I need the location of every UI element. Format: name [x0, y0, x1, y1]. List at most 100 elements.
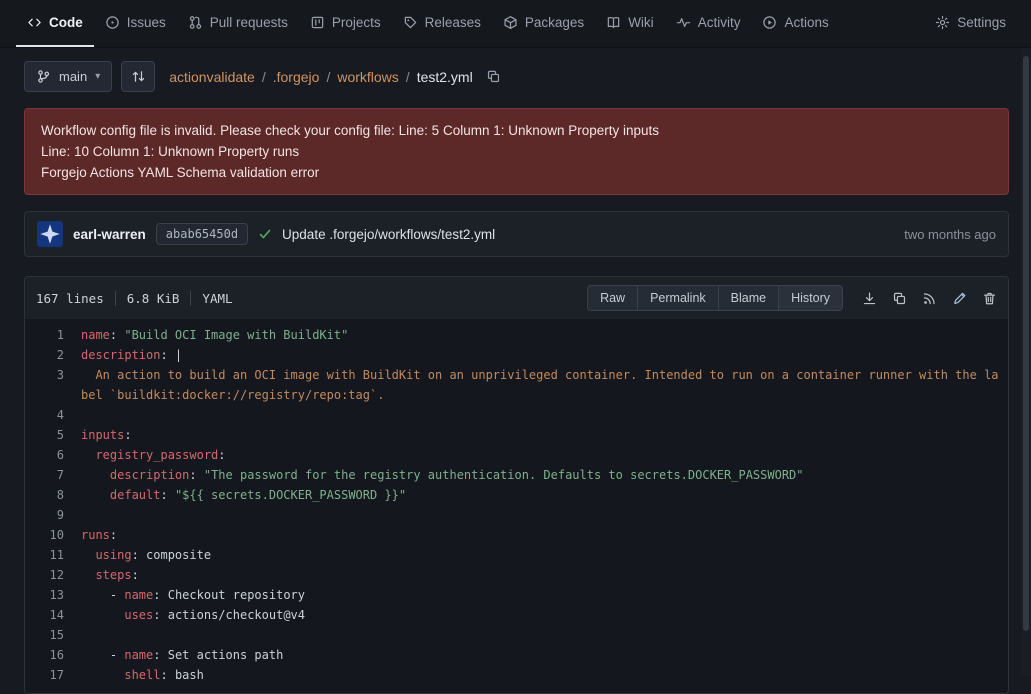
code-line-content: runs: — [81, 525, 1008, 545]
rss-icon[interactable] — [922, 291, 937, 306]
line-number[interactable]: 12 — [25, 565, 81, 585]
code-line-content: uses: actions/checkout@v4 — [81, 605, 1008, 625]
code-line-content — [81, 625, 1008, 645]
tab-releases[interactable]: Releases — [392, 0, 492, 47]
tab-actions[interactable]: Actions — [751, 0, 839, 47]
line-number[interactable]: 13 — [25, 585, 81, 605]
code-line-content: default: "${{ secrets.DOCKER_PASSWORD }}… — [81, 485, 1008, 505]
line-number[interactable]: 5 — [25, 425, 81, 445]
tab-label: Releases — [425, 15, 481, 30]
branch-bar: main ▾ actionvalidate / .forgejo / workf… — [24, 61, 1009, 92]
main-content: main ▾ actionvalidate / .forgejo / workf… — [0, 48, 1031, 694]
play-circle-icon — [762, 15, 777, 30]
breadcrumb-folder-link[interactable]: workflows — [337, 69, 398, 85]
line-number[interactable]: 7 — [25, 465, 81, 485]
tab-settings[interactable]: Settings — [924, 0, 1017, 47]
tab-label: Projects — [332, 15, 381, 30]
commit-message[interactable]: Update .forgejo/workflows/test2.yml — [282, 227, 495, 242]
code-token — [81, 468, 110, 482]
line-number[interactable]: 9 — [25, 505, 81, 525]
top-nav: Code Issues Pull requests Projects Relea… — [0, 0, 1031, 48]
breadcrumb-repo-link[interactable]: actionvalidate — [169, 69, 255, 85]
line-number[interactable]: 17 — [25, 665, 81, 685]
line-number[interactable]: 4 — [25, 405, 81, 425]
scrollbar-thumb[interactable] — [1023, 56, 1029, 631]
download-icon[interactable] — [862, 291, 877, 306]
line-number[interactable]: 6 — [25, 445, 81, 465]
breadcrumb-separator: / — [326, 69, 330, 85]
pulse-icon — [676, 15, 691, 30]
line-number[interactable]: 14 — [25, 605, 81, 625]
delete-trash-icon[interactable] — [982, 291, 997, 306]
permalink-button[interactable]: Permalink — [637, 285, 719, 311]
error-line: Workflow config file is invalid. Please … — [41, 120, 992, 141]
tab-packages[interactable]: Packages — [492, 0, 595, 47]
code-line-content: using: composite — [81, 545, 1008, 565]
code-token — [81, 488, 110, 502]
code-token: description — [81, 348, 160, 362]
code-line: 11 using: composite — [25, 545, 1008, 565]
history-button[interactable]: History — [778, 285, 843, 311]
tab-wiki[interactable]: Wiki — [595, 0, 665, 47]
breadcrumb-folder-link[interactable]: .forgejo — [273, 69, 320, 85]
page-scrollbar[interactable] — [1021, 48, 1031, 676]
code-line: 7 description: "The password for the reg… — [25, 465, 1008, 485]
tab-activity[interactable]: Activity — [665, 0, 752, 47]
code-icon — [27, 15, 42, 30]
file-language: YAML — [202, 291, 232, 306]
line-number[interactable]: 11 — [25, 545, 81, 565]
avatar[interactable] — [37, 221, 63, 247]
line-number[interactable]: 8 — [25, 485, 81, 505]
line-number[interactable]: 16 — [25, 645, 81, 665]
code-line: 1name: "Build OCI Image with BuildKit" — [25, 325, 1008, 345]
issue-icon — [105, 15, 120, 30]
tab-issues[interactable]: Issues — [94, 0, 177, 47]
code-token: : — [110, 328, 124, 342]
copy-file-icon[interactable] — [892, 291, 907, 306]
nav-right: Settings — [924, 0, 1017, 47]
commit-status-check-icon[interactable] — [258, 227, 272, 241]
edit-pencil-icon[interactable] — [952, 291, 967, 306]
error-line: Line: 10 Column 1: Unknown Property runs — [41, 141, 992, 162]
nav-tabs: Code Issues Pull requests Projects Relea… — [16, 0, 840, 47]
copy-path-icon[interactable] — [486, 69, 501, 84]
line-number[interactable]: 15 — [25, 625, 81, 645]
tab-label: Packages — [525, 15, 584, 30]
code-token: : — [132, 568, 139, 582]
meta-divider — [115, 291, 116, 306]
code-line-content: inputs: — [81, 425, 1008, 445]
branch-selector-button[interactable]: main ▾ — [24, 61, 112, 92]
line-number[interactable]: 10 — [25, 525, 81, 545]
code-line: 8 default: "${{ secrets.DOCKER_PASSWORD … — [25, 485, 1008, 505]
blame-button[interactable]: Blame — [718, 285, 779, 311]
compare-button[interactable] — [121, 61, 155, 92]
branch-name: main — [59, 69, 87, 84]
breadcrumb-separator: / — [406, 69, 410, 85]
code-line: 15 — [25, 625, 1008, 645]
code-token — [81, 448, 95, 462]
tab-projects[interactable]: Projects — [299, 0, 392, 47]
line-number[interactable]: 3 — [25, 365, 81, 405]
code-line-content: An action to build an OCI image with Bui… — [81, 365, 1008, 405]
code-line-content: - name: Checkout repository — [81, 585, 1008, 605]
line-number[interactable]: 2 — [25, 345, 81, 365]
code-line-content — [81, 405, 1008, 425]
code-token: : | — [160, 348, 182, 362]
tab-code[interactable]: Code — [16, 0, 94, 47]
tab-label: Wiki — [628, 15, 654, 30]
code-viewer: 1name: "Build OCI Image with BuildKit"2d… — [25, 319, 1008, 693]
tag-icon — [403, 15, 418, 30]
code-line: 5inputs: — [25, 425, 1008, 445]
line-number[interactable]: 1 — [25, 325, 81, 345]
tab-pull-requests[interactable]: Pull requests — [177, 0, 299, 47]
code-line: 16 - name: Set actions path — [25, 645, 1008, 665]
code-line-content: shell: bash — [81, 665, 1008, 685]
commit-author[interactable]: earl-warren — [73, 227, 146, 242]
code-token: uses — [124, 608, 153, 622]
code-line-content: steps: — [81, 565, 1008, 585]
code-line-content: description: | — [81, 345, 1008, 365]
commit-hash-badge[interactable]: abab65450d — [156, 223, 248, 245]
code-token: bash — [175, 668, 204, 682]
raw-button[interactable]: Raw — [587, 285, 638, 311]
book-icon — [606, 15, 621, 30]
